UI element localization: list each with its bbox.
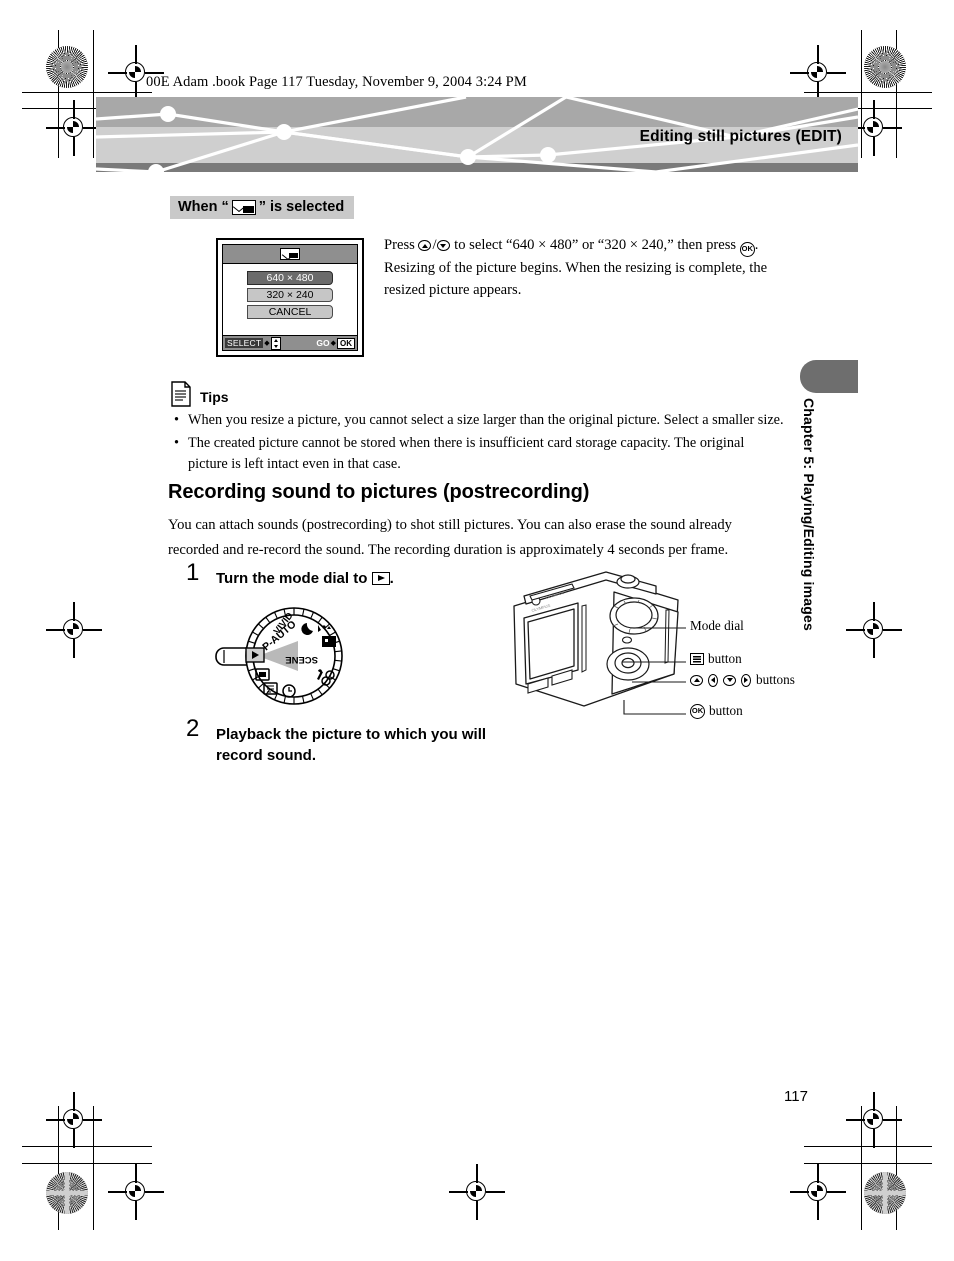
banner-title: Editing still pictures (EDIT)	[639, 128, 842, 145]
step-text: Playback the picture to which you will r…	[216, 726, 487, 764]
subsection-prefix: When “	[178, 199, 229, 215]
chapter-tab-marker	[800, 360, 858, 393]
callout-label-text: button	[708, 651, 742, 666]
crop-line	[804, 1146, 932, 1148]
ok-icon: OK	[739, 242, 755, 257]
registration-mark	[846, 1092, 902, 1148]
crop-line	[22, 92, 152, 94]
crop-line	[861, 30, 863, 158]
registration-mark	[846, 602, 902, 658]
callout-arrow-buttons: buttons	[690, 672, 795, 688]
up-down-icon	[270, 336, 281, 350]
registration-mark	[46, 602, 102, 658]
section-body-text: You can attach sounds (postrecording) to…	[168, 517, 732, 558]
up-arrow-icon	[418, 240, 432, 251]
step-number: 1	[186, 559, 200, 586]
crop-line	[896, 30, 898, 158]
registration-mark	[790, 45, 846, 101]
rosette-mark	[46, 46, 88, 88]
registration-mark	[790, 1164, 846, 1220]
menu-icon	[690, 653, 704, 665]
registration-mark	[46, 1092, 102, 1148]
diamond-icon: ◆	[264, 340, 270, 347]
registration-mark	[108, 1164, 164, 1220]
step-number: 2	[186, 715, 200, 742]
lcd-menu-item-640x480[interactable]: 640 × 480	[247, 271, 333, 285]
up-arrow-icon	[690, 674, 703, 686]
tips-item: When you resize a picture, you cannot se…	[174, 410, 784, 431]
lcd-menu-item-cancel[interactable]: CANCEL	[247, 305, 333, 319]
callout-mode-dial: Mode dial	[690, 618, 744, 634]
lcd-screen-illustration: 640 × 480 320 × 240 CANCEL SELECT ◆ GO ◆…	[216, 238, 364, 357]
step-text-after: .	[389, 570, 394, 587]
rosette-mark	[46, 1172, 88, 1214]
callout-leader-lines	[622, 627, 686, 715]
diamond-icon: ◆	[330, 340, 336, 347]
crop-line	[22, 1163, 152, 1165]
crop-line	[93, 1106, 95, 1230]
crop-line	[22, 1146, 152, 1148]
subsection-heading: When “ ” is selected	[170, 196, 355, 219]
lcd-title-bar	[223, 245, 357, 264]
tips-title: Tips	[200, 389, 229, 405]
registration-mark	[449, 1164, 505, 1220]
lcd-go-label: GO	[316, 338, 330, 348]
callout-label-text: Mode dial	[690, 618, 744, 633]
tips-item: The created picture cannot be stored whe…	[174, 433, 784, 475]
down-arrow-icon	[723, 674, 736, 686]
down-arrow-icon	[436, 240, 450, 251]
file-stamp: 00E Adam .book Page 117 Tuesday, Novembe…	[146, 74, 527, 90]
resize-icon	[231, 199, 256, 215]
callout-menu-button: button	[690, 651, 742, 667]
playback-icon	[371, 572, 390, 585]
crop-line	[58, 1106, 60, 1230]
registration-mark	[46, 100, 102, 156]
callout-label-text: buttons	[756, 672, 795, 687]
crop-line	[804, 1163, 932, 1165]
page-banner: Editing still pictures (EDIT)	[96, 97, 858, 172]
subsection-suffix: ” is selected	[258, 199, 345, 215]
ok-icon: OK	[690, 703, 705, 719]
callout-label-text: button	[709, 703, 743, 718]
mode-dial-illustration: VIVID P-AUTO SCENE	[215, 607, 343, 705]
right-arrow-icon	[741, 673, 751, 687]
mode-dial-label-scene: SCENE	[285, 654, 318, 665]
step-1: 1 Turn the mode dial to .	[186, 561, 486, 589]
left-arrow-icon	[708, 673, 718, 687]
page-number: 117	[784, 1088, 808, 1105]
lcd-caption-text: Press / to select “640 × 480” or “320 × …	[384, 237, 768, 298]
rosette-mark	[864, 46, 906, 88]
crop-line	[58, 30, 60, 158]
step-2: 2 Playback the picture to which you will…	[186, 717, 506, 766]
chapter-tab-label: Chapter 5: Playing/Editing images	[801, 398, 817, 631]
lcd-menu-list: 640 × 480 320 × 240 CANCEL	[223, 264, 357, 335]
rosette-mark	[864, 1172, 906, 1214]
page-title: Recording sound to pictures (postrecordi…	[168, 481, 590, 503]
crop-line	[861, 1106, 863, 1230]
crop-line	[896, 1106, 898, 1230]
lcd-status-bar: SELECT ◆ GO ◆ OK	[223, 335, 357, 350]
callout-ok-button: OK button	[690, 703, 743, 719]
crop-line	[93, 30, 95, 158]
lcd-select-label: SELECT	[225, 338, 264, 348]
registration-mark	[108, 45, 164, 101]
lcd-menu-item-320x240[interactable]: 320 × 240	[247, 288, 333, 302]
tips-list: When you resize a picture, you cannot se…	[172, 410, 784, 477]
note-icon	[171, 381, 191, 407]
crop-line	[804, 92, 932, 94]
lcd-ok-label: OK	[337, 337, 355, 349]
step-text: Turn the mode dial to	[216, 570, 372, 587]
resize-icon	[280, 248, 300, 260]
